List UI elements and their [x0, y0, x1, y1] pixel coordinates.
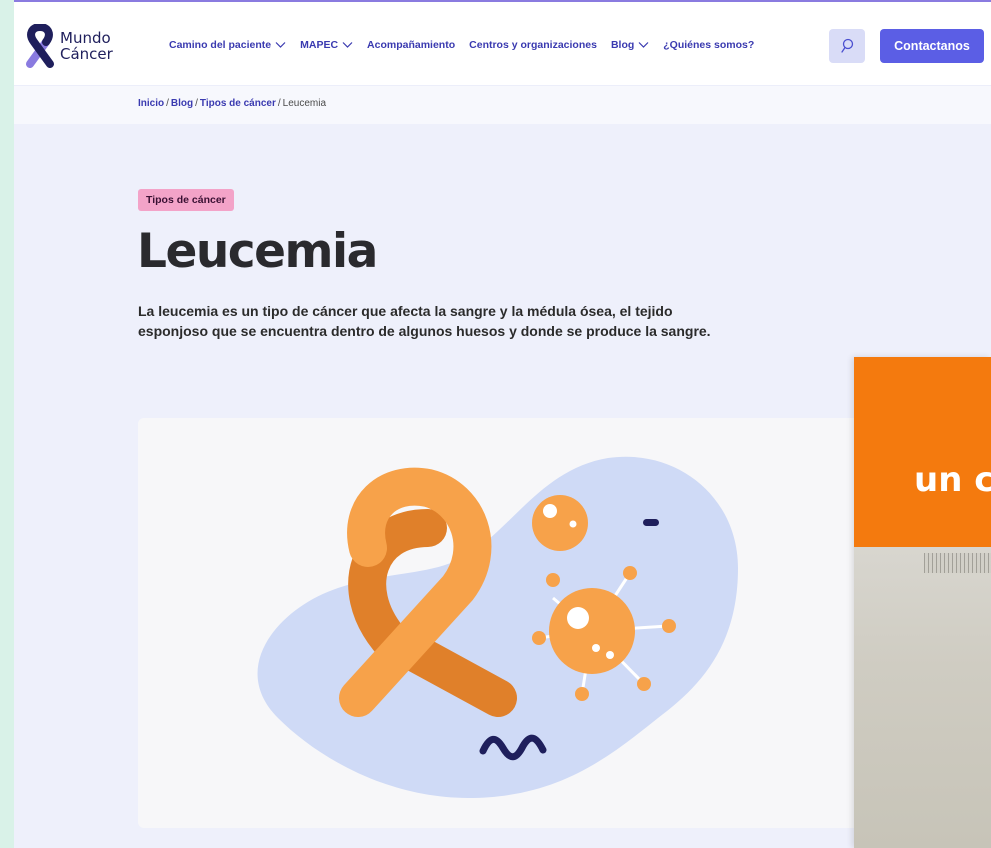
- menu-item-acompanamiento[interactable]: Acompañamiento: [367, 39, 455, 51]
- menu-item-label: MAPEC: [300, 39, 339, 51]
- breadcrumb-current: Leucemia: [282, 98, 327, 109]
- chevron-down-icon: [342, 42, 353, 48]
- menu-item-centros[interactable]: Centros y organizaciones: [469, 39, 597, 51]
- menu-item-quienes-somos[interactable]: ¿Quiénes somos?: [663, 39, 754, 51]
- menu-item-mapec[interactable]: MAPEC: [300, 39, 353, 51]
- search-button[interactable]: [829, 29, 865, 63]
- breadcrumb-link-tipos-de-cancer[interactable]: Tipos de cáncer: [200, 98, 276, 109]
- contact-button[interactable]: Contactanos: [880, 29, 984, 63]
- chevron-down-icon: [275, 42, 286, 48]
- chevron-down-icon: [638, 42, 649, 48]
- logo-text-line1: Mundo: [60, 29, 111, 47]
- main-menu: Camino del paciente MAPEC Acompañamiento…: [169, 39, 768, 51]
- popup-photo-blind: [924, 553, 991, 573]
- promo-popup[interactable]: un c: [854, 357, 991, 848]
- menu-item-label: Acompañamiento: [367, 39, 456, 51]
- menu-item-label: ¿Quiénes somos?: [663, 39, 755, 51]
- breadcrumb-separator: /: [195, 98, 198, 109]
- menu-item-camino-del-paciente[interactable]: Camino del paciente: [169, 39, 286, 51]
- breadcrumb-link-blog[interactable]: Blog: [171, 98, 193, 109]
- leukemia-illustration: [257, 456, 738, 798]
- small-cell-icon: [532, 495, 588, 551]
- dash-mark: [643, 519, 659, 526]
- menu-item-label: Centros y organizaciones: [469, 39, 597, 51]
- menu-item-label: Camino del paciente: [169, 39, 272, 51]
- breadcrumb-separator: /: [166, 98, 169, 109]
- popup-banner-text: un c: [914, 460, 991, 500]
- breadcrumb-separator: /: [277, 98, 281, 109]
- ribbon-logo-icon: [26, 24, 54, 68]
- logo-text: Mundo Cáncer: [60, 30, 113, 62]
- logo-text-line2: Cáncer: [60, 45, 113, 63]
- popup-photo: [854, 547, 991, 848]
- breadcrumb-link-inicio[interactable]: Inicio: [138, 98, 164, 109]
- category-tag[interactable]: Tipos de cáncer: [138, 189, 234, 211]
- hero-illustration: [138, 418, 898, 828]
- browser-viewport: Mundo Cáncer Camino del paciente MAPEC A…: [14, 0, 991, 848]
- search-icon: [841, 38, 854, 53]
- article-lead: La leucemia es un tipo de cáncer que afe…: [138, 303, 711, 339]
- menu-item-label: Blog: [610, 39, 635, 51]
- logo[interactable]: Mundo Cáncer: [24, 24, 113, 68]
- breadcrumb: Inicio / Blog / Tipos de cáncer / Leucemia: [138, 98, 326, 109]
- popup-banner: un c: [854, 357, 991, 547]
- breadcrumb-bar: Inicio / Blog / Tipos de cáncer / Leucemia: [14, 86, 991, 124]
- menu-item-blog[interactable]: Blog: [611, 39, 649, 51]
- site-header: Mundo Cáncer Camino del paciente MAPEC A…: [14, 2, 991, 86]
- page-title: Leucemia: [137, 224, 378, 279]
